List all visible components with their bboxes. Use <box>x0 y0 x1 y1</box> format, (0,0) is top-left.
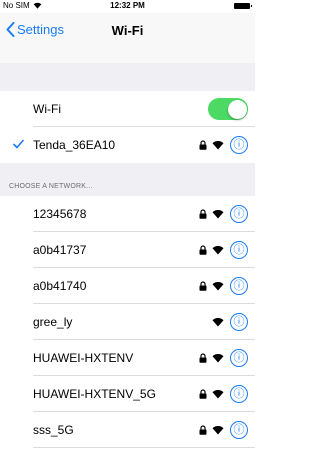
wifi-icon <box>212 210 224 219</box>
network-icons: ⓘ <box>199 277 248 295</box>
network-name: sss_5G <box>33 423 74 437</box>
info-icon[interactable]: ⓘ <box>230 313 248 331</box>
toggle-knob <box>227 99 247 119</box>
connected-network-name: Tenda_36EA10 <box>33 138 116 152</box>
wifi-icon <box>212 282 224 291</box>
info-icon[interactable]: ⓘ <box>230 136 248 154</box>
nav-bar: Settings Wi-Fi <box>0 13 255 63</box>
network-row[interactable]: HUAWEI-HXTENV_5G ⓘ <box>0 376 255 412</box>
lock-icon <box>199 389 207 399</box>
wifi-toggle-label: Wi-Fi <box>33 102 61 116</box>
page-title: Wi-Fi <box>111 23 144 38</box>
status-bar: No SIM 12:32 PM <box>0 0 255 13</box>
network-icons: ⓘ <box>212 313 248 331</box>
info-icon[interactable]: ⓘ <box>230 205 248 223</box>
section-header-label: CHOOSE A NETWORK... <box>9 183 93 190</box>
info-icon[interactable]: ⓘ <box>230 349 248 367</box>
wifi-icon <box>212 141 224 150</box>
battery-icon <box>234 3 252 9</box>
lock-icon <box>199 281 207 291</box>
lock-icon <box>199 209 207 219</box>
network-icons: ⓘ <box>199 205 248 223</box>
section-header: CHOOSE A NETWORK... <box>0 163 255 196</box>
network-name: a0b41737 <box>33 243 87 257</box>
row-divider <box>33 447 255 448</box>
network-row[interactable]: gree_ly ⓘ <box>0 304 255 340</box>
wifi-icon <box>212 354 224 363</box>
checkmark-icon <box>13 139 24 149</box>
wifi-icon <box>212 426 224 435</box>
network-row[interactable]: HUAWEI-HXTENV ⓘ <box>0 340 255 376</box>
network-row[interactable]: sss_5G ⓘ <box>0 412 255 448</box>
wifi-toggle-row: Wi-Fi <box>0 91 255 127</box>
network-icons: ⓘ <box>199 421 248 439</box>
info-icon[interactable]: ⓘ <box>230 277 248 295</box>
network-name: a0b41740 <box>33 279 87 293</box>
group-spacer <box>0 63 255 91</box>
wifi-toggle-switch[interactable] <box>208 98 248 120</box>
network-icons: ⓘ <box>199 385 248 403</box>
network-icons: ⓘ <box>199 136 248 154</box>
lock-icon <box>199 425 207 435</box>
network-row[interactable]: a0b41737 ⓘ <box>0 232 255 268</box>
info-icon[interactable]: ⓘ <box>230 385 248 403</box>
network-name: gree_ly <box>33 315 73 329</box>
lock-icon <box>199 245 207 255</box>
wifi-icon <box>212 390 224 399</box>
connected-network-row[interactable]: Tenda_36EA10 ⓘ <box>0 127 255 163</box>
network-name: 12345678 <box>33 207 87 221</box>
lock-icon <box>199 140 207 150</box>
status-time: 12:32 PM <box>110 1 145 10</box>
network-name: HUAWEI-HXTENV <box>33 351 134 365</box>
network-icons: ⓘ <box>199 241 248 259</box>
network-icons: ⓘ <box>199 349 248 367</box>
lock-icon <box>199 353 207 363</box>
wifi-icon <box>212 318 224 327</box>
network-row[interactable]: a0b41740 ⓘ <box>0 268 255 304</box>
network-name: HUAWEI-HXTENV_5G <box>33 387 156 401</box>
info-icon[interactable]: ⓘ <box>230 241 248 259</box>
network-row[interactable]: 12345678 ⓘ <box>0 196 255 232</box>
wifi-icon <box>212 246 224 255</box>
info-icon[interactable]: ⓘ <box>230 421 248 439</box>
